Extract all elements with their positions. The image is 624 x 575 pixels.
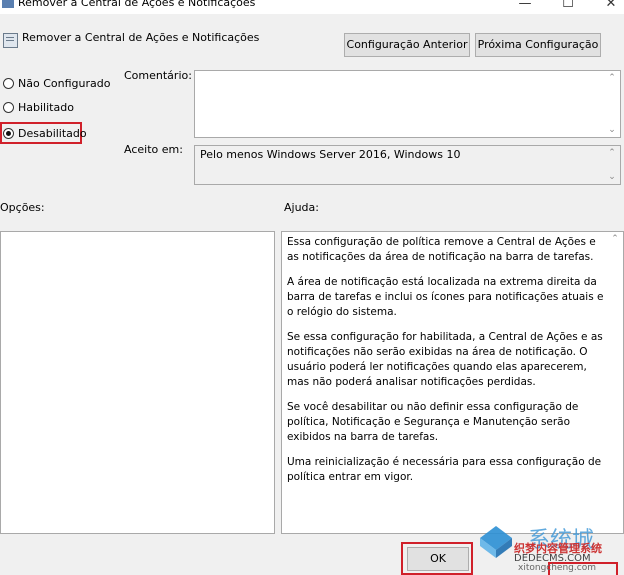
options-pane — [0, 231, 275, 534]
policy-icon — [3, 33, 18, 48]
supported-scrollbar[interactable]: ⌃ ⌄ — [604, 146, 620, 184]
radio-circle[interactable] — [3, 77, 14, 89]
help-label: Ajuda: — [284, 201, 319, 214]
radio-circle-selected[interactable] — [3, 127, 14, 139]
help-paragraph: Se você desabilitar ou não definir essa … — [287, 401, 579, 443]
radio-label: Habilitado — [18, 100, 74, 114]
previous-setting-button[interactable]: Configuração Anterior — [344, 33, 470, 57]
comment-scrollbar[interactable]: ⌃ ⌄ — [604, 71, 620, 137]
comment-field[interactable]: ⌃ ⌄ — [194, 70, 621, 138]
help-paragraph: Essa configuração de política remove a C… — [287, 236, 596, 263]
radio-label: Desabilitado — [18, 126, 87, 140]
supported-value: Pelo menos Windows Server 2016, Windows … — [200, 148, 461, 161]
ok-button[interactable]: OK — [407, 547, 469, 571]
help-paragraph: Uma reinicialização é necessária para es… — [287, 456, 602, 483]
help-scrollbar[interactable]: ⌃ — [607, 232, 623, 533]
maximize-button[interactable]: ☐ — [548, 0, 588, 14]
next-setting-button[interactable]: Próxima Configuração — [475, 33, 601, 57]
radio-not-configured[interactable]: Não Configurado — [3, 75, 110, 91]
scroll-down-icon[interactable]: ⌄ — [604, 125, 620, 135]
help-paragraph: A área de notificação está localizada na… — [287, 276, 604, 318]
supported-field: Pelo menos Windows Server 2016, Windows … — [194, 145, 621, 185]
radio-enabled[interactable]: Habilitado — [3, 99, 74, 115]
scroll-up-icon[interactable]: ⌃ — [607, 234, 623, 244]
options-label: Opções: — [0, 201, 45, 214]
help-pane: Essa configuração de política remove a C… — [281, 231, 624, 534]
help-paragraph: Se essa configuração for habilitada, a C… — [287, 331, 603, 388]
supported-label: Aceito em: — [124, 143, 183, 156]
scroll-down-icon[interactable]: ⌄ — [604, 172, 620, 182]
radio-label: Não Configurado — [18, 76, 111, 90]
watermark-logo-icon — [480, 526, 512, 558]
window-icon — [2, 0, 14, 8]
close-button[interactable]: ✕ — [591, 0, 624, 14]
scroll-up-icon[interactable]: ⌃ — [604, 73, 620, 83]
radio-circle[interactable] — [3, 101, 14, 113]
title-bar: Remover a Central de Ações e Notificaçõe… — [0, 0, 624, 14]
watermark-text: xitongcheng.com — [518, 563, 596, 573]
policy-title: Remover a Central de Ações e Notificaçõe… — [22, 31, 260, 44]
scroll-up-icon[interactable]: ⌃ — [604, 148, 620, 158]
comment-label: Comentário: — [124, 69, 192, 82]
window-title: Remover a Central de Ações e Notificaçõe… — [18, 0, 256, 9]
radio-disabled[interactable]: Desabilitado — [3, 125, 87, 141]
minimize-button[interactable]: — — [505, 0, 545, 14]
